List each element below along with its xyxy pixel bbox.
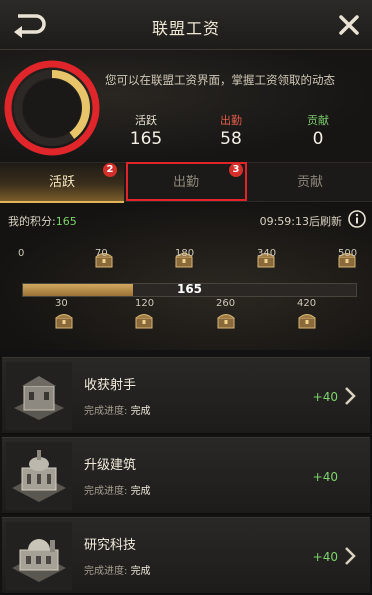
stat-attendance-value: 58 [220, 129, 242, 149]
stat-attendance: 出勤 58 [201, 112, 261, 149]
milestone-label: 30 [55, 298, 68, 309]
task-name: 收获射手 [84, 378, 137, 393]
close-button[interactable] [334, 10, 364, 40]
stat-active: 活跃 165 [116, 112, 176, 149]
chest-icon[interactable] [297, 312, 317, 330]
task-progress-label: 完成进度: [84, 486, 128, 497]
milestone-label: 500 [338, 248, 358, 259]
chest-icon[interactable] [54, 312, 74, 330]
milestone-label: 70 [95, 248, 108, 259]
archery-building-icon [6, 362, 72, 430]
chest-icon[interactable] [216, 312, 236, 330]
chevron-right-icon[interactable] [344, 386, 356, 406]
activity-ring [4, 60, 100, 156]
task-status: 完成 [130, 406, 151, 417]
wage-summary-panel: 您可以在联盟工资界面，掌握工资领取的动态 活跃 165 出勤 58 贡献 0 [0, 50, 372, 162]
task-progress: 完成进度: 完成 [84, 402, 151, 417]
task-reward: +40 [312, 390, 338, 404]
info-icon[interactable] [348, 210, 366, 228]
stat-active-value: 165 [129, 129, 163, 149]
task-progress: 完成进度: 完成 [84, 562, 151, 577]
stat-contribution: 贡献 0 [288, 112, 348, 149]
tab-attendance-badge: 3 [229, 163, 243, 177]
building-upgrade-icon [6, 442, 72, 510]
milestone-label: 260 [216, 298, 236, 309]
tab-active-badge: 2 [103, 163, 117, 177]
task-progress-label: 完成进度: [84, 566, 128, 577]
task-row[interactable]: 收获射手 完成进度: 完成 +40 [2, 357, 370, 434]
my-score-value: 165 [55, 215, 77, 228]
task-status: 完成 [130, 486, 151, 497]
task-row[interactable]: 研究科技 完成进度: 完成 +40 [2, 517, 370, 594]
tab-contribution[interactable]: 贡献 [248, 163, 372, 203]
stat-contribution-value: 0 [312, 129, 324, 149]
task-name: 升级建筑 [84, 458, 137, 473]
milestone-label: 420 [297, 298, 317, 309]
close-icon [339, 15, 359, 35]
task-row[interactable]: 升级建筑 完成进度: 完成 +40 [2, 437, 370, 514]
chevron-right-icon[interactable] [344, 546, 356, 566]
score-progress-value: 165 [176, 282, 203, 296]
title-bar: 联盟工资 [0, 0, 372, 50]
score-progress-bar: 165 [22, 282, 357, 297]
milestone-label: 180 [175, 248, 195, 259]
research-lab-icon [6, 522, 72, 590]
my-score: 我的积分:165 [8, 213, 77, 229]
refresh-countdown: 09:59:13后刷新 [259, 215, 342, 228]
task-reward: +40 [312, 470, 338, 484]
summary-description: 您可以在联盟工资界面，掌握工资领取的动态 [105, 73, 335, 87]
my-score-label: 我的积分: [8, 215, 56, 228]
page-title: 联盟工资 [151, 19, 220, 38]
milestone-label: 120 [135, 298, 155, 309]
milestone-label: 340 [257, 248, 277, 259]
task-status: 完成 [130, 566, 151, 577]
stat-contribution-label: 贡献 [307, 114, 329, 127]
milestone-label: 0 [18, 248, 25, 259]
task-name: 研究科技 [84, 538, 137, 553]
task-progress: 完成进度: 完成 [84, 482, 151, 497]
chest-icon[interactable] [134, 312, 154, 330]
stat-active-label: 活跃 [135, 114, 157, 127]
stat-attendance-label: 出勤 [220, 114, 242, 127]
task-reward: +40 [312, 550, 338, 564]
task-progress-label: 完成进度: [84, 406, 128, 417]
